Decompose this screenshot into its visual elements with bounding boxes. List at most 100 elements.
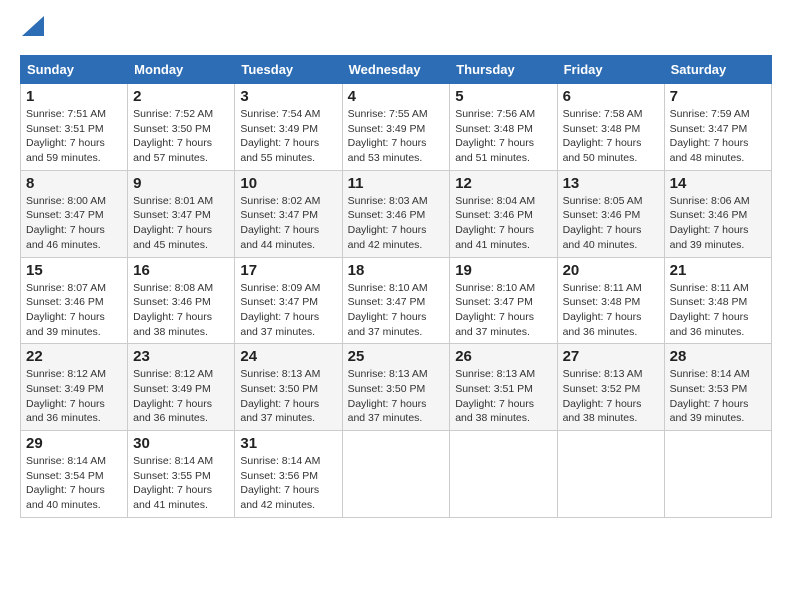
day-number: 9 <box>133 175 229 192</box>
calendar-cell: 11 Sunrise: 8:03 AMSunset: 3:46 PMDaylig… <box>342 170 450 257</box>
calendar-cell: 31 Sunrise: 8:14 AMSunset: 3:56 PMDaylig… <box>235 431 342 518</box>
day-number: 6 <box>563 88 659 105</box>
calendar-cell: 19 Sunrise: 8:10 AMSunset: 3:47 PMDaylig… <box>450 257 557 344</box>
calendar-cell <box>664 431 771 518</box>
day-info: Sunrise: 7:54 AMSunset: 3:49 PMDaylight:… <box>240 107 336 166</box>
calendar-cell <box>450 431 557 518</box>
day-number: 24 <box>240 348 336 365</box>
day-number: 2 <box>133 88 229 105</box>
day-info: Sunrise: 7:55 AMSunset: 3:49 PMDaylight:… <box>348 107 445 166</box>
day-number: 18 <box>348 262 445 279</box>
day-info: Sunrise: 8:13 AMSunset: 3:50 PMDaylight:… <box>240 367 336 426</box>
day-info: Sunrise: 8:11 AMSunset: 3:48 PMDaylight:… <box>670 281 766 340</box>
calendar-header-row: SundayMondayTuesdayWednesdayThursdayFrid… <box>21 56 772 84</box>
calendar-cell: 15 Sunrise: 8:07 AMSunset: 3:46 PMDaylig… <box>21 257 128 344</box>
calendar-cell: 29 Sunrise: 8:14 AMSunset: 3:54 PMDaylig… <box>21 431 128 518</box>
day-info: Sunrise: 8:00 AMSunset: 3:47 PMDaylight:… <box>26 194 122 253</box>
header-thursday: Thursday <box>450 56 557 84</box>
day-number: 10 <box>240 175 336 192</box>
day-info: Sunrise: 8:10 AMSunset: 3:47 PMDaylight:… <box>348 281 445 340</box>
calendar-cell: 24 Sunrise: 8:13 AMSunset: 3:50 PMDaylig… <box>235 344 342 431</box>
day-number: 12 <box>455 175 551 192</box>
calendar-cell: 26 Sunrise: 8:13 AMSunset: 3:51 PMDaylig… <box>450 344 557 431</box>
day-info: Sunrise: 8:07 AMSunset: 3:46 PMDaylight:… <box>26 281 122 340</box>
day-number: 21 <box>670 262 766 279</box>
calendar-cell: 20 Sunrise: 8:11 AMSunset: 3:48 PMDaylig… <box>557 257 664 344</box>
calendar-table: SundayMondayTuesdayWednesdayThursdayFrid… <box>20 55 772 518</box>
day-number: 11 <box>348 175 445 192</box>
day-info: Sunrise: 7:51 AMSunset: 3:51 PMDaylight:… <box>26 107 122 166</box>
day-info: Sunrise: 8:03 AMSunset: 3:46 PMDaylight:… <box>348 194 445 253</box>
day-info: Sunrise: 8:09 AMSunset: 3:47 PMDaylight:… <box>240 281 336 340</box>
day-info: Sunrise: 8:14 AMSunset: 3:56 PMDaylight:… <box>240 454 336 513</box>
calendar-cell: 10 Sunrise: 8:02 AMSunset: 3:47 PMDaylig… <box>235 170 342 257</box>
calendar-cell: 18 Sunrise: 8:10 AMSunset: 3:47 PMDaylig… <box>342 257 450 344</box>
header-wednesday: Wednesday <box>342 56 450 84</box>
header-sunday: Sunday <box>21 56 128 84</box>
calendar-cell: 3 Sunrise: 7:54 AMSunset: 3:49 PMDayligh… <box>235 84 342 171</box>
day-number: 26 <box>455 348 551 365</box>
day-number: 13 <box>563 175 659 192</box>
calendar-cell: 2 Sunrise: 7:52 AMSunset: 3:50 PMDayligh… <box>128 84 235 171</box>
calendar-week-row: 29 Sunrise: 8:14 AMSunset: 3:54 PMDaylig… <box>21 431 772 518</box>
calendar-cell: 16 Sunrise: 8:08 AMSunset: 3:46 PMDaylig… <box>128 257 235 344</box>
day-number: 8 <box>26 175 122 192</box>
day-info: Sunrise: 8:05 AMSunset: 3:46 PMDaylight:… <box>563 194 659 253</box>
day-number: 25 <box>348 348 445 365</box>
calendar-cell: 21 Sunrise: 8:11 AMSunset: 3:48 PMDaylig… <box>664 257 771 344</box>
day-info: Sunrise: 8:12 AMSunset: 3:49 PMDaylight:… <box>26 367 122 426</box>
calendar-cell: 25 Sunrise: 8:13 AMSunset: 3:50 PMDaylig… <box>342 344 450 431</box>
calendar-week-row: 22 Sunrise: 8:12 AMSunset: 3:49 PMDaylig… <box>21 344 772 431</box>
calendar-cell <box>342 431 450 518</box>
calendar-cell: 4 Sunrise: 7:55 AMSunset: 3:49 PMDayligh… <box>342 84 450 171</box>
calendar-week-row: 8 Sunrise: 8:00 AMSunset: 3:47 PMDayligh… <box>21 170 772 257</box>
day-number: 28 <box>670 348 766 365</box>
day-info: Sunrise: 8:14 AMSunset: 3:53 PMDaylight:… <box>670 367 766 426</box>
calendar-cell: 27 Sunrise: 8:13 AMSunset: 3:52 PMDaylig… <box>557 344 664 431</box>
day-info: Sunrise: 8:13 AMSunset: 3:50 PMDaylight:… <box>348 367 445 426</box>
day-number: 20 <box>563 262 659 279</box>
day-info: Sunrise: 8:12 AMSunset: 3:49 PMDaylight:… <box>133 367 229 426</box>
day-info: Sunrise: 8:02 AMSunset: 3:47 PMDaylight:… <box>240 194 336 253</box>
day-info: Sunrise: 8:13 AMSunset: 3:52 PMDaylight:… <box>563 367 659 426</box>
calendar-week-row: 15 Sunrise: 8:07 AMSunset: 3:46 PMDaylig… <box>21 257 772 344</box>
header <box>20 16 772 45</box>
calendar-cell: 22 Sunrise: 8:12 AMSunset: 3:49 PMDaylig… <box>21 344 128 431</box>
calendar-cell <box>557 431 664 518</box>
calendar-cell: 5 Sunrise: 7:56 AMSunset: 3:48 PMDayligh… <box>450 84 557 171</box>
day-number: 19 <box>455 262 551 279</box>
day-info: Sunrise: 8:13 AMSunset: 3:51 PMDaylight:… <box>455 367 551 426</box>
day-number: 15 <box>26 262 122 279</box>
day-info: Sunrise: 8:04 AMSunset: 3:46 PMDaylight:… <box>455 194 551 253</box>
calendar-cell: 9 Sunrise: 8:01 AMSunset: 3:47 PMDayligh… <box>128 170 235 257</box>
day-number: 23 <box>133 348 229 365</box>
day-info: Sunrise: 8:14 AMSunset: 3:54 PMDaylight:… <box>26 454 122 513</box>
header-monday: Monday <box>128 56 235 84</box>
logo-icon <box>22 16 44 36</box>
day-number: 30 <box>133 435 229 452</box>
day-info: Sunrise: 8:11 AMSunset: 3:48 PMDaylight:… <box>563 281 659 340</box>
day-info: Sunrise: 8:06 AMSunset: 3:46 PMDaylight:… <box>670 194 766 253</box>
day-info: Sunrise: 7:52 AMSunset: 3:50 PMDaylight:… <box>133 107 229 166</box>
day-number: 29 <box>26 435 122 452</box>
calendar-cell: 14 Sunrise: 8:06 AMSunset: 3:46 PMDaylig… <box>664 170 771 257</box>
day-info: Sunrise: 8:01 AMSunset: 3:47 PMDaylight:… <box>133 194 229 253</box>
calendar-cell: 17 Sunrise: 8:09 AMSunset: 3:47 PMDaylig… <box>235 257 342 344</box>
calendar-cell: 7 Sunrise: 7:59 AMSunset: 3:47 PMDayligh… <box>664 84 771 171</box>
day-info: Sunrise: 7:59 AMSunset: 3:47 PMDaylight:… <box>670 107 766 166</box>
day-number: 3 <box>240 88 336 105</box>
day-info: Sunrise: 7:56 AMSunset: 3:48 PMDaylight:… <box>455 107 551 166</box>
day-number: 4 <box>348 88 445 105</box>
calendar-week-row: 1 Sunrise: 7:51 AMSunset: 3:51 PMDayligh… <box>21 84 772 171</box>
calendar-cell: 28 Sunrise: 8:14 AMSunset: 3:53 PMDaylig… <box>664 344 771 431</box>
day-number: 27 <box>563 348 659 365</box>
header-friday: Friday <box>557 56 664 84</box>
day-number: 17 <box>240 262 336 279</box>
day-info: Sunrise: 8:14 AMSunset: 3:55 PMDaylight:… <box>133 454 229 513</box>
calendar-cell: 23 Sunrise: 8:12 AMSunset: 3:49 PMDaylig… <box>128 344 235 431</box>
day-info: Sunrise: 8:08 AMSunset: 3:46 PMDaylight:… <box>133 281 229 340</box>
calendar-cell: 13 Sunrise: 8:05 AMSunset: 3:46 PMDaylig… <box>557 170 664 257</box>
day-number: 1 <box>26 88 122 105</box>
calendar-cell: 12 Sunrise: 8:04 AMSunset: 3:46 PMDaylig… <box>450 170 557 257</box>
calendar-cell: 30 Sunrise: 8:14 AMSunset: 3:55 PMDaylig… <box>128 431 235 518</box>
